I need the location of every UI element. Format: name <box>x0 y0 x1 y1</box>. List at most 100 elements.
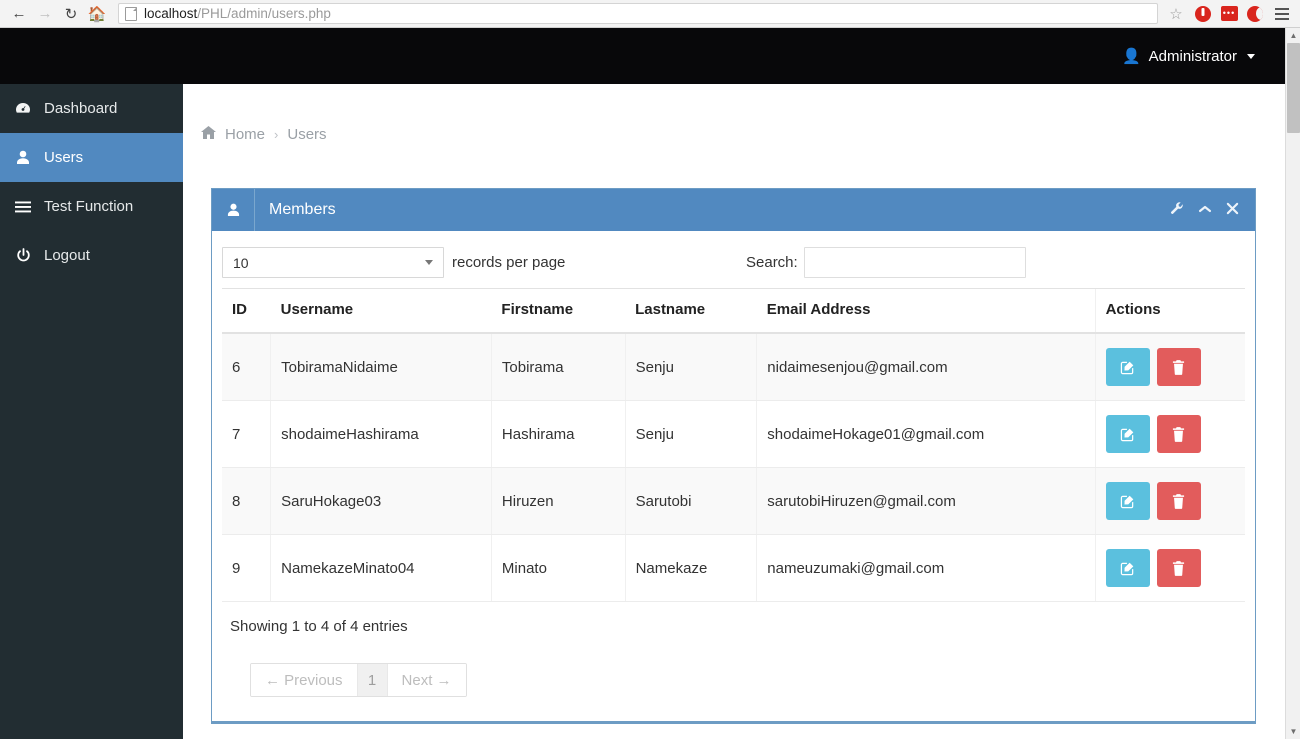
cell-lastname: Senju <box>625 333 758 401</box>
browser-toolbar: ← → ↻ 🏠 localhost/PHL/admin/users.php ☆ … <box>0 0 1300 28</box>
cell-email: shodaimeHokage01@gmail.com <box>756 400 1096 468</box>
home-icon <box>201 126 216 143</box>
delete-button[interactable] <box>1156 415 1201 453</box>
column-header-lastname[interactable]: Lastname <box>625 288 757 334</box>
search-input[interactable] <box>803 247 1026 278</box>
search-group: Search: <box>746 247 1026 278</box>
chevron-down-icon <box>425 260 433 265</box>
edit-button[interactable] <box>1105 549 1150 587</box>
search-label: Search: <box>746 254 798 271</box>
cell-actions <box>1094 534 1245 602</box>
edit-button[interactable] <box>1105 415 1150 453</box>
user-menu-label: Administrator <box>1148 47 1237 65</box>
pagination-next[interactable]: Next → <box>387 664 466 696</box>
cell-lastname: Sarutobi <box>625 467 758 535</box>
table-info: Showing 1 to 4 of 4 entries <box>230 618 408 635</box>
page-scrollbar[interactable]: ▲ ▼ <box>1285 28 1300 739</box>
records-per-page-group: 10 records per page <box>222 247 565 278</box>
pagination-previous[interactable]: ← Previous <box>251 664 358 696</box>
cell-id: 7 <box>222 400 272 468</box>
panel-title: Members <box>269 201 336 218</box>
scrollbar-thumb[interactable] <box>1287 43 1300 133</box>
cell-lastname: Namekaze <box>625 534 758 602</box>
sidebar-item-logout[interactable]: Logout <box>0 231 183 280</box>
breadcrumb-home-link[interactable]: Home <box>225 126 265 143</box>
sidebar-item-test-function[interactable]: Test Function <box>0 182 183 231</box>
column-header-username[interactable]: Username <box>270 288 492 334</box>
wrench-icon[interactable] <box>1170 201 1184 219</box>
panel-heading: Members <box>212 189 1255 231</box>
table-header-row: ID Username Firstname Lastname Email Add… <box>222 288 1245 334</box>
user-icon <box>212 189 255 231</box>
bookmark-star-icon[interactable]: ☆ <box>1164 3 1188 25</box>
lastpass-extension-icon[interactable]: ••• <box>1218 3 1240 25</box>
scrollbar-up-arrow-icon[interactable]: ▲ <box>1286 28 1300 43</box>
scrollbar-down-arrow-icon[interactable]: ▼ <box>1286 724 1300 739</box>
column-header-actions: Actions <box>1094 288 1245 334</box>
dashboard-icon <box>14 102 32 116</box>
cell-id: 9 <box>222 534 272 602</box>
delete-button[interactable] <box>1156 482 1201 520</box>
records-per-page-select[interactable]: 10 <box>222 247 444 278</box>
cell-username: TobiramaNidaime <box>270 333 492 401</box>
cell-username: SaruHokage03 <box>270 467 492 535</box>
pagination-page-1[interactable]: 1 <box>357 664 388 696</box>
cell-actions <box>1094 400 1245 468</box>
cell-email: nidaimesenjou@gmail.com <box>756 333 1096 401</box>
table-body: 6 TobiramaNidaime Tobirama Senju nidaime… <box>222 333 1245 602</box>
home-button[interactable]: 🏠 <box>84 1 110 27</box>
address-bar[interactable]: localhost/PHL/admin/users.php <box>118 3 1158 24</box>
hamburger-menu-icon[interactable] <box>1270 3 1294 25</box>
column-header-id[interactable]: ID <box>222 288 271 334</box>
adblock-extension-icon[interactable] <box>1192 3 1214 25</box>
table-row: 7 shodaimeHashirama Hashirama Senju shod… <box>222 400 1245 468</box>
user-icon: 👤 <box>1121 48 1141 65</box>
lastpass-extension-glyph: ••• <box>1220 6 1238 21</box>
breadcrumb-current: Users <box>287 126 327 143</box>
power-icon <box>14 248 32 263</box>
close-icon[interactable] <box>1226 202 1239 218</box>
sidebar: Dashboard Users Test Function Logout <box>0 84 183 739</box>
back-button[interactable]: ← <box>6 1 32 27</box>
records-per-page-value: 10 <box>233 254 249 271</box>
delete-button[interactable] <box>1156 549 1201 587</box>
cell-username: NamekazeMinato04 <box>270 534 492 602</box>
column-header-firstname[interactable]: Firstname <box>491 288 626 334</box>
avast-extension-icon[interactable] <box>1244 3 1266 25</box>
top-navbar: 👤 Administrator <box>0 28 1285 84</box>
edit-button[interactable] <box>1105 482 1150 520</box>
column-header-email[interactable]: Email Address <box>756 288 1096 334</box>
sidebar-item-users[interactable]: Users <box>0 133 183 182</box>
cell-firstname: Minato <box>491 534 626 602</box>
reload-button[interactable]: ↻ <box>58 1 84 27</box>
pagination: ← Previous 1 Next → <box>250 663 467 697</box>
sidebar-item-dashboard[interactable]: Dashboard <box>0 84 183 133</box>
sidebar-item-label: Test Function <box>44 198 134 215</box>
members-panel: Members 10 records per page Search: ID U… <box>211 188 1256 724</box>
sidebar-item-label: Logout <box>44 247 90 264</box>
cell-firstname: Hashirama <box>491 400 626 468</box>
delete-button[interactable] <box>1156 348 1201 386</box>
edit-button[interactable] <box>1105 348 1150 386</box>
cell-id: 6 <box>222 333 272 401</box>
members-table: ID Username Firstname Lastname Email Add… <box>222 288 1245 602</box>
panel-body: 10 records per page Search: ID Username … <box>212 231 1255 721</box>
cell-firstname: Tobirama <box>491 333 626 401</box>
page-document-icon <box>125 6 137 21</box>
forward-button[interactable]: → <box>32 1 58 27</box>
table-header: ID Username Firstname Lastname Email Add… <box>222 288 1245 334</box>
cell-email: nameuzumaki@gmail.com <box>756 534 1096 602</box>
user-menu-button[interactable]: 👤 Administrator <box>1116 28 1261 84</box>
sidebar-item-label: Dashboard <box>44 100 118 117</box>
chevron-up-icon[interactable] <box>1198 203 1212 218</box>
breadcrumb: Home › Users <box>183 84 1285 143</box>
caret-down-icon <box>1247 53 1255 59</box>
table-row: 6 TobiramaNidaime Tobirama Senju nidaime… <box>222 333 1245 401</box>
cell-id: 8 <box>222 467 272 535</box>
table-row: 9 NamekazeMinato04 Minato Namekaze nameu… <box>222 534 1245 602</box>
breadcrumb-separator: › <box>274 127 279 142</box>
cell-actions <box>1094 333 1245 401</box>
main-content: Home › Users Members 10 records per page… <box>183 84 1285 739</box>
address-bar-text: localhost/PHL/admin/users.php <box>144 6 331 21</box>
table-row: 8 SaruHokage03 Hiruzen Sarutobi sarutobi… <box>222 467 1245 535</box>
